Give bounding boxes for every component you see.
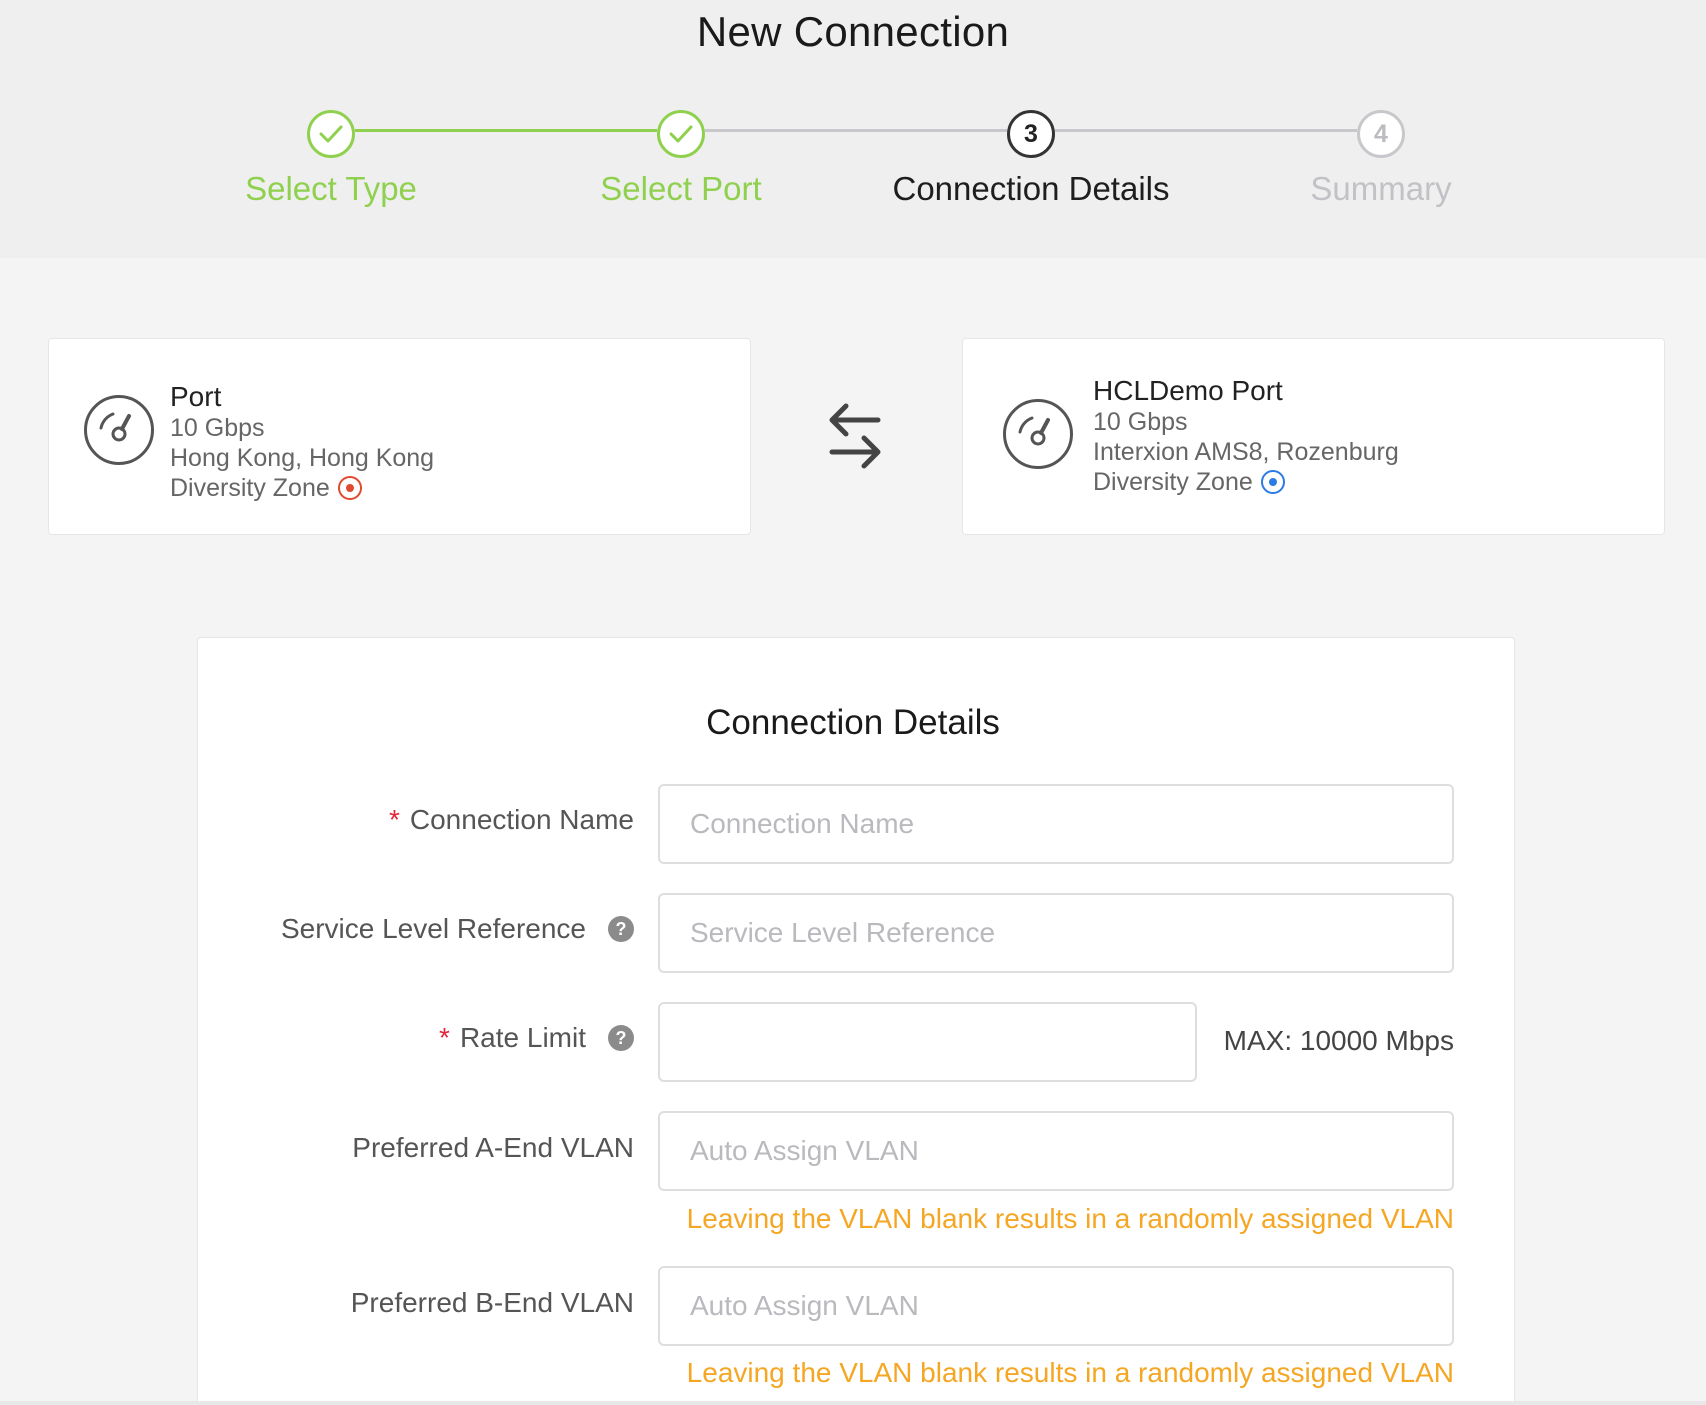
port-speed: 10 Gbps xyxy=(1093,408,1188,436)
rate-limit-label: * Rate Limit ? xyxy=(439,1022,634,1054)
speedometer-icon xyxy=(84,395,154,465)
header: New Connection Select Type Select Port 3… xyxy=(0,0,1706,258)
step-label: Select Port xyxy=(600,170,762,207)
b-end-vlan-label: Preferred B-End VLAN xyxy=(350,1287,634,1318)
b-end-vlan-hint: Leaving the VLAN blank results in a rand… xyxy=(686,1357,1454,1388)
help-icon[interactable]: ? xyxy=(608,1025,634,1051)
step-connector-1-2 xyxy=(355,129,657,132)
step-connector-2-3 xyxy=(705,129,1007,132)
swap-arrows-icon xyxy=(824,400,886,472)
step-number: 4 xyxy=(1357,110,1405,158)
step-label: Select Type xyxy=(245,170,417,207)
a-end-vlan-label: Preferred A-End VLAN xyxy=(352,1132,634,1163)
page-bottom-edge xyxy=(0,1401,1706,1405)
service-level-reference-label: Service Level Reference ? xyxy=(281,913,634,945)
diversity-zone-label: Diversity Zone xyxy=(1093,468,1253,496)
b-end-port-card[interactable]: HCLDemo Port 10 Gbps Interxion AMS8, Roz… xyxy=(962,338,1665,535)
connection-name-label: * Connection Name xyxy=(388,804,634,835)
service-level-reference-input[interactable] xyxy=(658,893,1454,973)
step-label: Summary xyxy=(1310,170,1452,207)
rate-limit-input[interactable] xyxy=(658,1002,1197,1082)
port-location: Hong Kong, Hong Kong xyxy=(170,444,435,472)
port-name: HCLDemo Port xyxy=(1093,375,1283,406)
new-connection-page: New Connection Select Type Select Port 3… xyxy=(0,0,1706,1405)
speedometer-icon xyxy=(1003,399,1073,469)
diversity-zone-label: Diversity Zone xyxy=(170,474,330,502)
diversity-zone-red-icon xyxy=(337,476,362,500)
rate-limit-max-note: MAX: 10000 Mbps xyxy=(1223,1025,1454,1056)
b-end-vlan-input[interactable] xyxy=(658,1266,1454,1346)
diversity-zone: Diversity Zone xyxy=(170,473,434,503)
connection-details-title: Connection Details xyxy=(706,703,1000,742)
help-icon[interactable]: ? xyxy=(608,916,634,942)
diversity-zone-blue-icon xyxy=(1260,470,1285,494)
a-end-vlan-input[interactable] xyxy=(658,1111,1454,1191)
port-name: Port xyxy=(170,381,222,412)
check-icon xyxy=(307,110,355,158)
step-label: Connection Details xyxy=(892,170,1170,207)
required-marker: * xyxy=(388,804,400,835)
a-end-vlan-hint: Leaving the VLAN blank results in a rand… xyxy=(686,1203,1454,1234)
step-number: 3 xyxy=(1007,110,1055,158)
port-location: Interxion AMS8, Rozenburg xyxy=(1093,438,1399,466)
required-marker: * xyxy=(439,1022,450,1053)
page-title: New Connection xyxy=(696,8,1010,55)
connection-name-input[interactable] xyxy=(658,784,1454,864)
check-icon xyxy=(657,110,705,158)
step-connector-3-4 xyxy=(1055,129,1357,132)
a-end-port-card[interactable]: Port 10 Gbps Hong Kong, Hong Kong Divers… xyxy=(48,338,751,535)
diversity-zone: Diversity Zone xyxy=(1093,467,1399,497)
port-speed: 10 Gbps xyxy=(170,414,265,442)
